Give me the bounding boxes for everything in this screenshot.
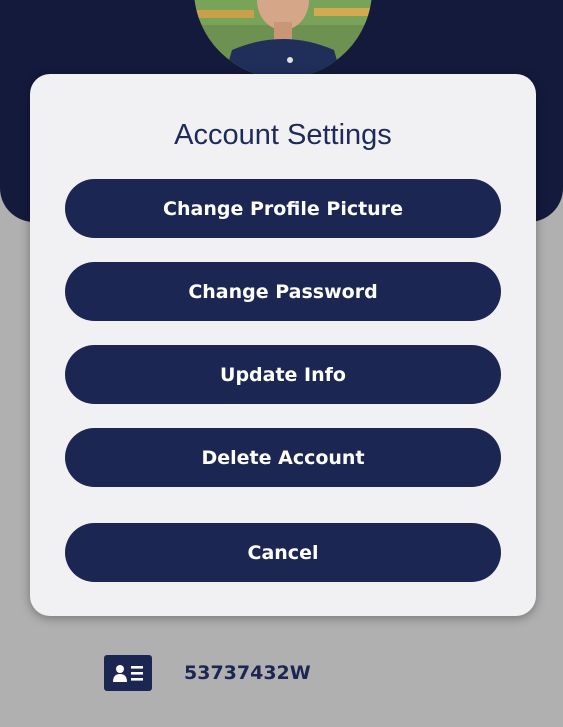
id-card-icon	[104, 655, 152, 691]
profile-avatar[interactable]	[194, 0, 372, 78]
delete-account-button[interactable]: Delete Account	[65, 428, 501, 487]
change-profile-picture-button[interactable]: Change Profile Picture	[65, 179, 501, 238]
account-settings-dialog: Account Settings Change Profile Picture …	[30, 74, 536, 616]
avatar-photo	[194, 0, 372, 78]
cancel-button[interactable]: Cancel	[65, 523, 501, 582]
id-number: 53737432W	[184, 662, 311, 684]
change-password-button[interactable]: Change Password	[65, 262, 501, 321]
update-info-button[interactable]: Update Info	[65, 345, 501, 404]
dialog-title: Account Settings	[174, 119, 392, 151]
id-number-row: 53737432W	[104, 655, 311, 691]
